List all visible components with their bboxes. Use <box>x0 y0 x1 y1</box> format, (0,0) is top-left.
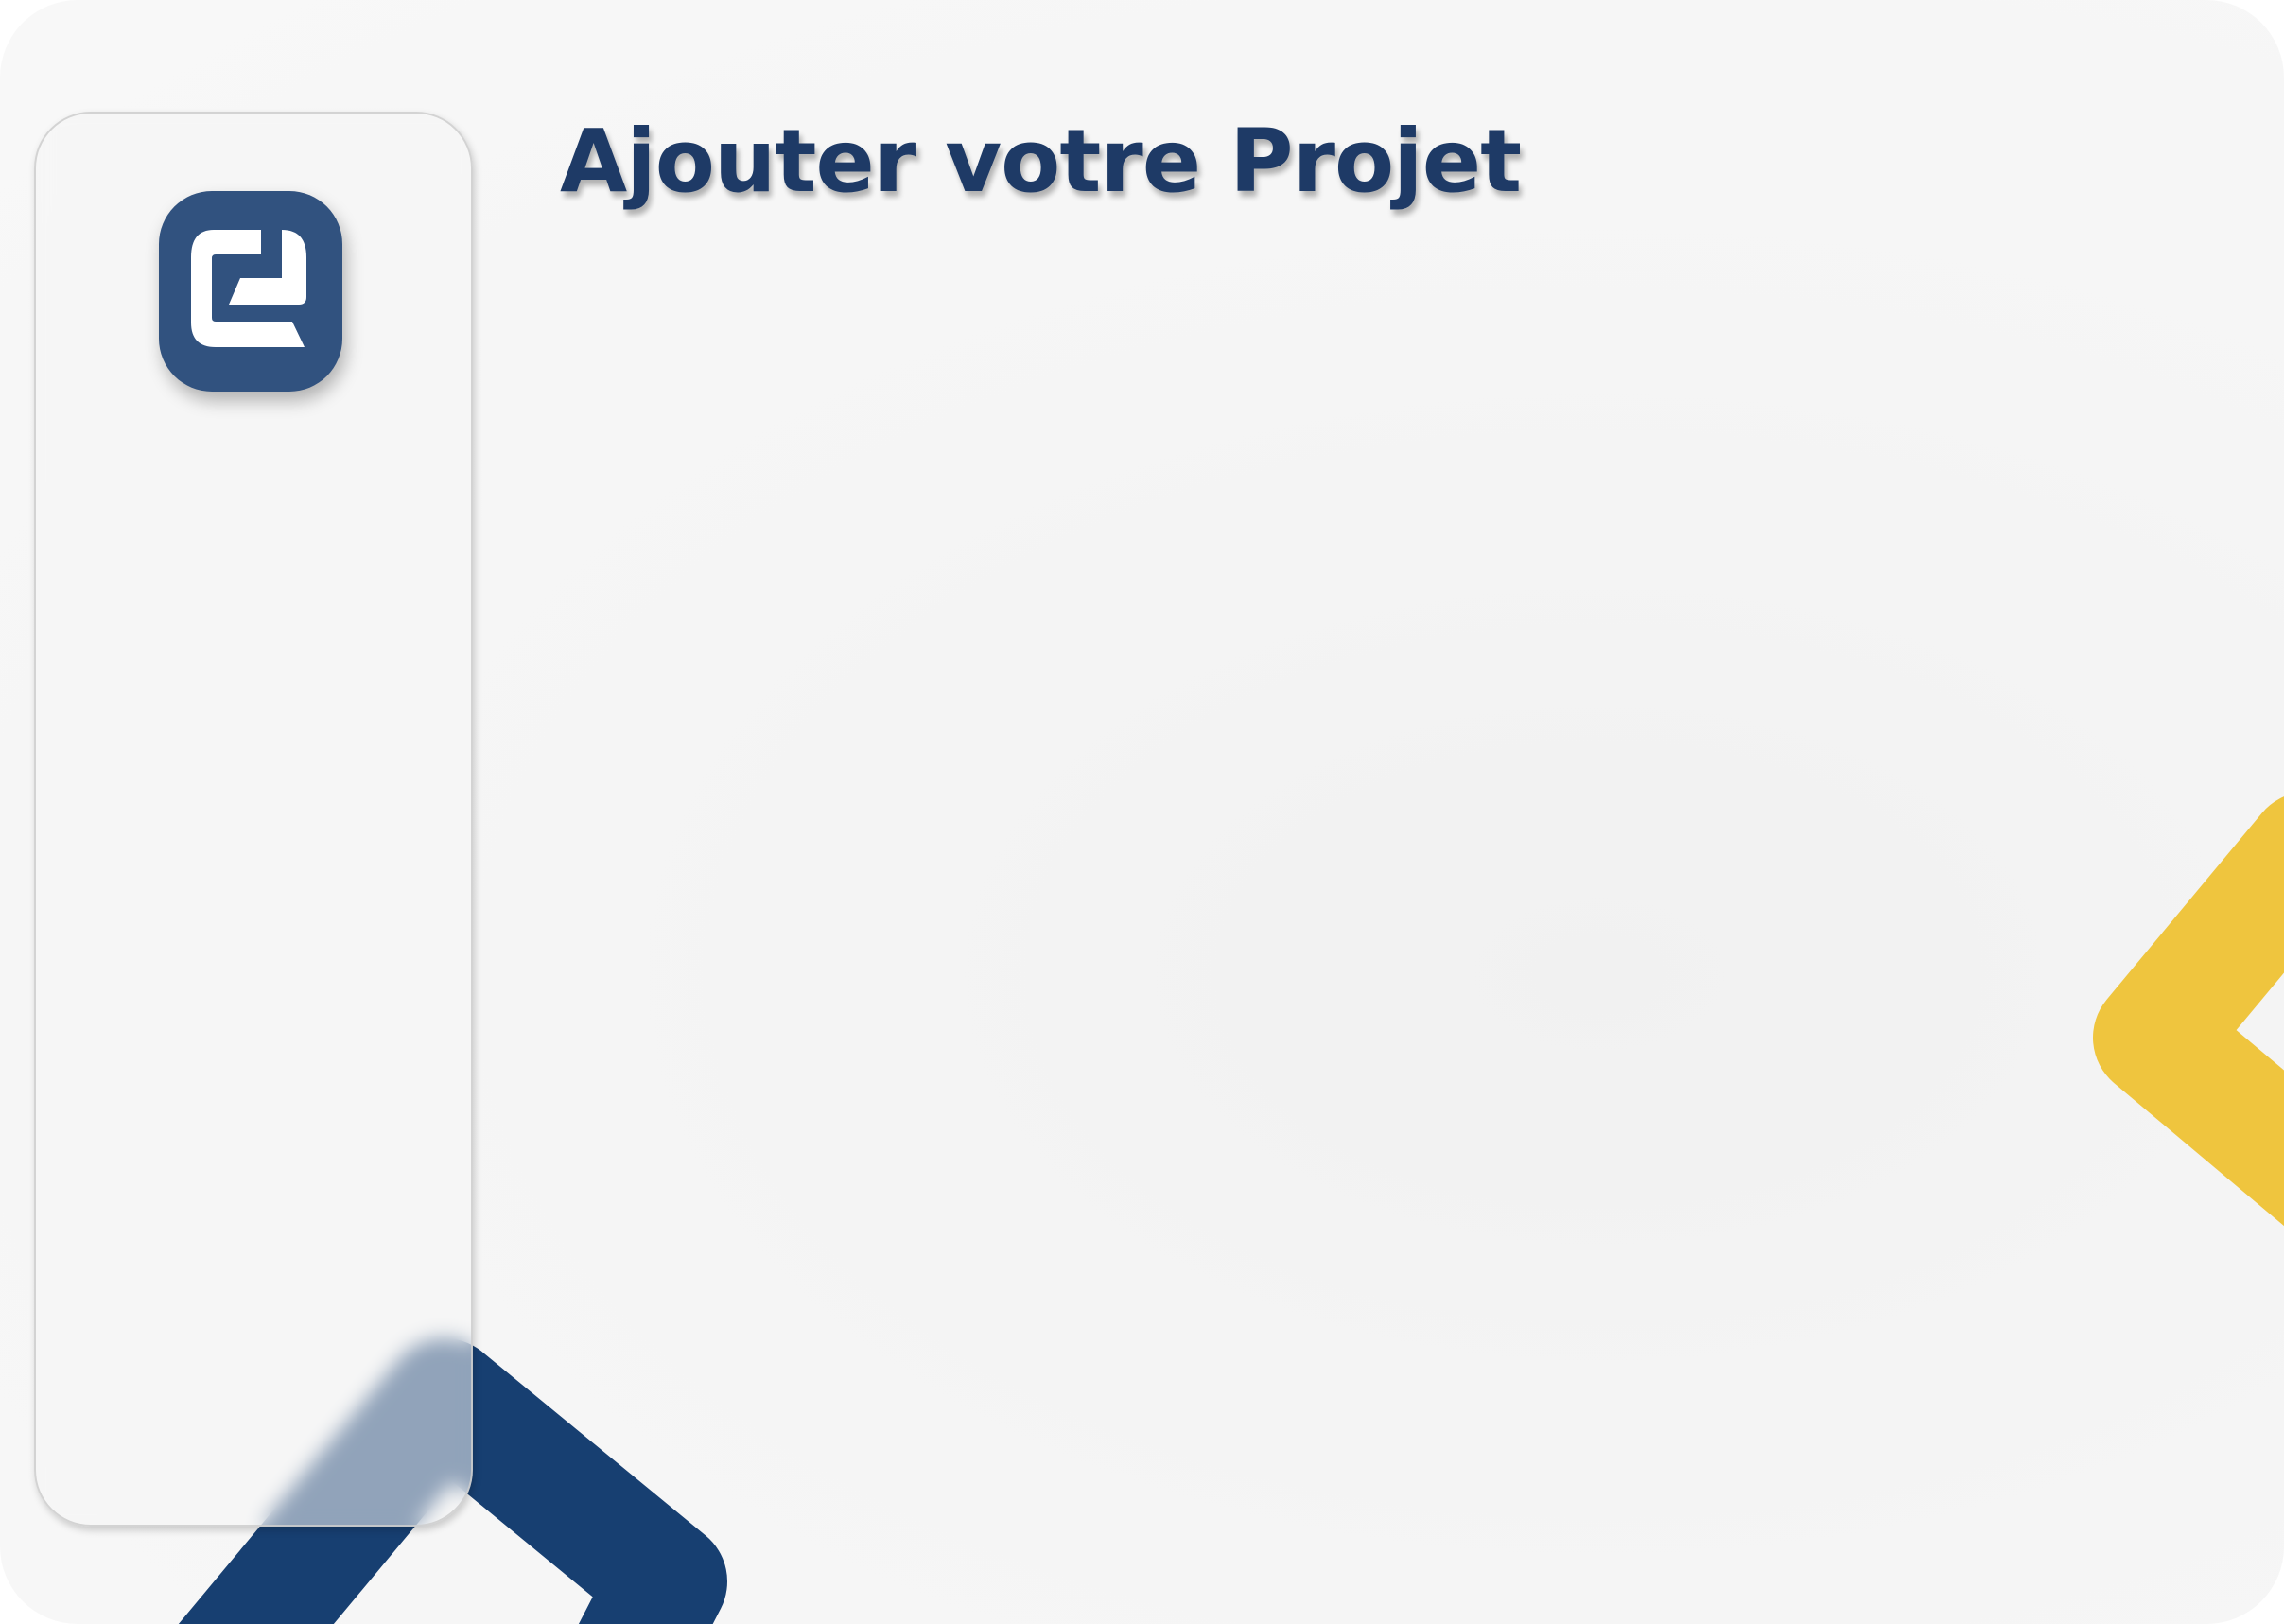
app-window: Ajouter votre Projet <box>0 0 2284 1624</box>
page-title: Ajouter votre Projet <box>560 111 1522 212</box>
yellow-chevron-decoration <box>2093 796 2284 1227</box>
brand-logo-icon[interactable] <box>159 191 342 392</box>
logo-glyph-icon <box>191 230 306 347</box>
